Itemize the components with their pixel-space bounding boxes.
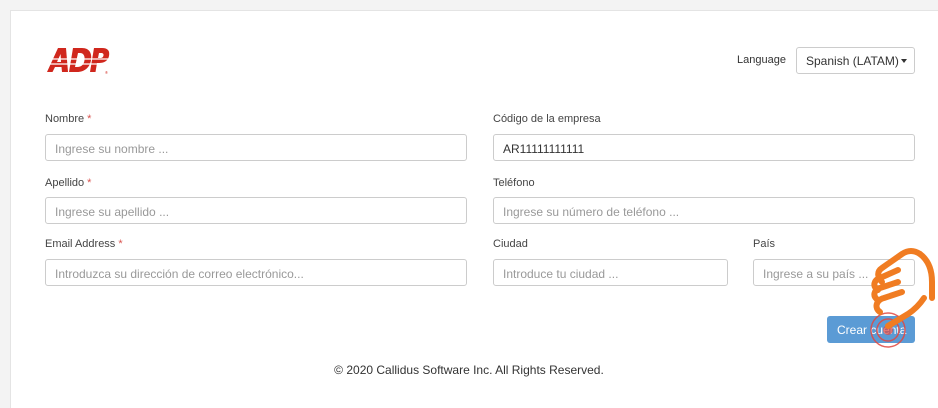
nombre-label: Nombre * [45,113,92,125]
caret-down-icon [901,59,907,63]
codigo-label: Código de la empresa [493,113,601,125]
language-label: Language [737,54,786,66]
telefono-input[interactable]: Ingrese su número de teléfono ... [493,197,915,224]
required-marker: * [87,113,92,125]
svg-text:®: ® [105,70,108,75]
email-input[interactable]: Introduzca su dirección de correo electr… [45,259,467,286]
language-selected-value: Spanish (LATAM) [806,54,899,68]
hand-pointer-icon [862,242,938,377]
codigo-input[interactable]: AR11111111111 [493,134,915,161]
required-marker: * [118,238,123,250]
telefono-label: Teléfono [493,177,535,189]
pais-label: País [753,238,776,250]
adp-logo: ® [45,45,111,80]
ciudad-input[interactable]: Introduce tu ciudad ... [493,259,728,286]
ciudad-label: Ciudad [493,238,528,250]
required-marker: * [87,177,92,189]
email-label: Email Address * [45,238,123,250]
apellido-input[interactable]: Ingrese su apellido ... [45,197,467,224]
apellido-label: Apellido * [45,177,92,189]
nombre-input[interactable]: Ingrese su nombre ... [45,134,467,161]
copyright-footer: © 2020 Callidus Software Inc. All Rights… [334,363,604,377]
language-select[interactable]: Spanish (LATAM) [796,47,915,74]
